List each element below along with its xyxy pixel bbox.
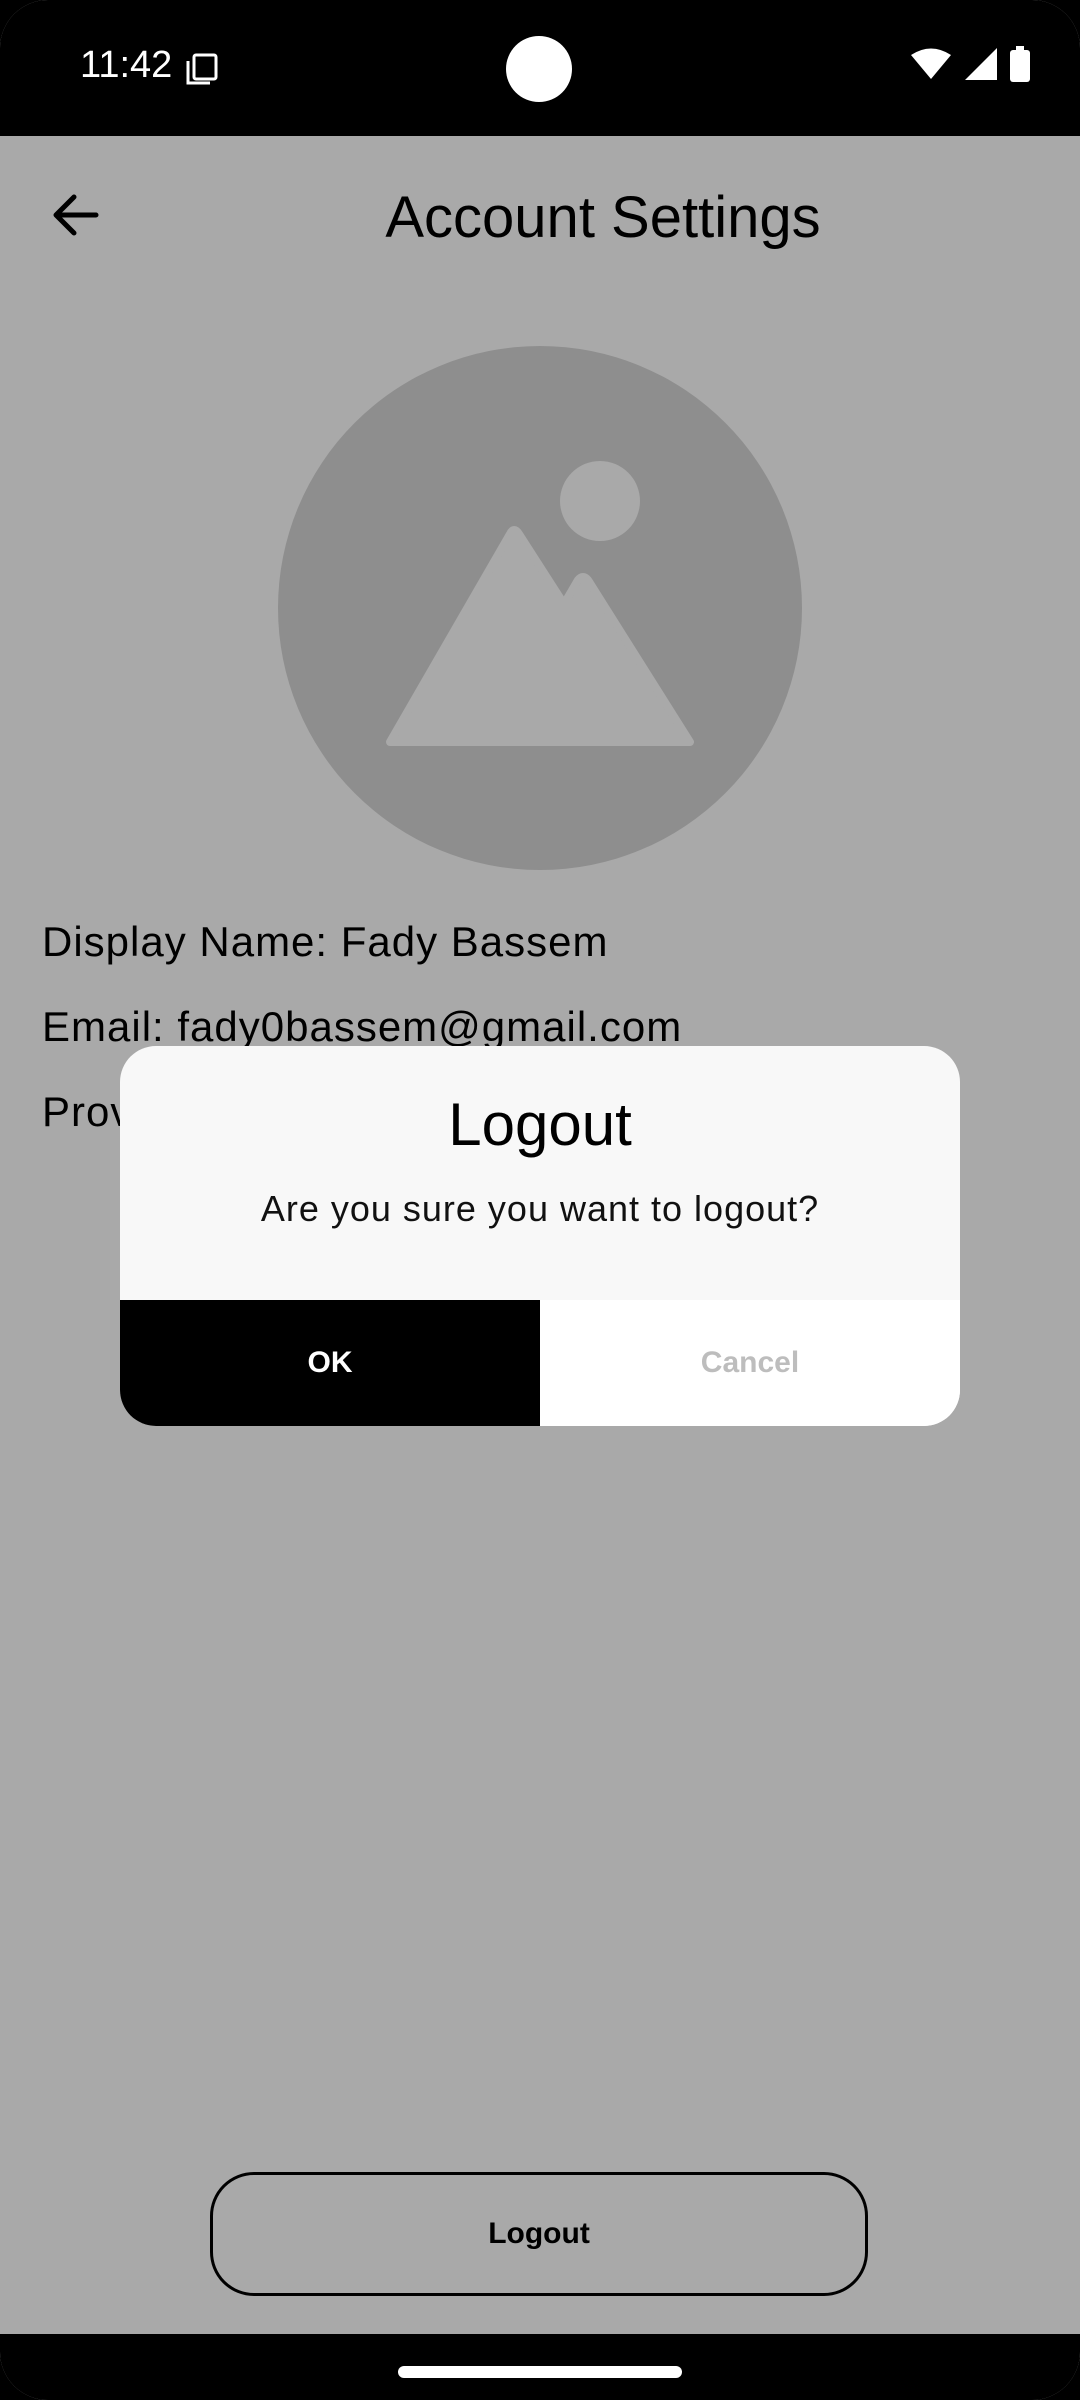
image-placeholder-icon: [278, 461, 802, 870]
dialog-title: Logout: [448, 1091, 632, 1158]
ok-button[interactable]: OK: [120, 1300, 540, 1426]
status-bar: 11:42: [0, 0, 1080, 136]
cancel-button[interactable]: Cancel: [540, 1300, 960, 1426]
logout-dialog: Logout Are you sure you want to logout? …: [120, 1046, 960, 1426]
home-handle[interactable]: [398, 2366, 682, 2378]
screenshot-icon: [184, 52, 220, 91]
logout-button[interactable]: Logout: [210, 2172, 868, 2296]
email-text: Email: fady0bassem@gmail.com: [42, 1003, 683, 1050]
provider-text: Prov: [42, 1088, 133, 1135]
display-name-text: Display Name: Fady Bassem: [42, 918, 609, 965]
page-title: Account Settings: [385, 185, 821, 250]
app-screen: 11:42 Account Settings Display Name: Fad…: [0, 0, 1080, 2400]
status-icons: [910, 46, 1030, 87]
avatar[interactable]: [278, 346, 802, 870]
battery-icon: [1010, 46, 1030, 87]
camera-cutout: [506, 36, 572, 102]
wifi-icon: [910, 48, 952, 85]
signal-icon: [964, 47, 998, 86]
dialog-message: Are you sure you want to logout?: [260, 1188, 820, 1229]
status-time: 11:42: [80, 44, 173, 86]
